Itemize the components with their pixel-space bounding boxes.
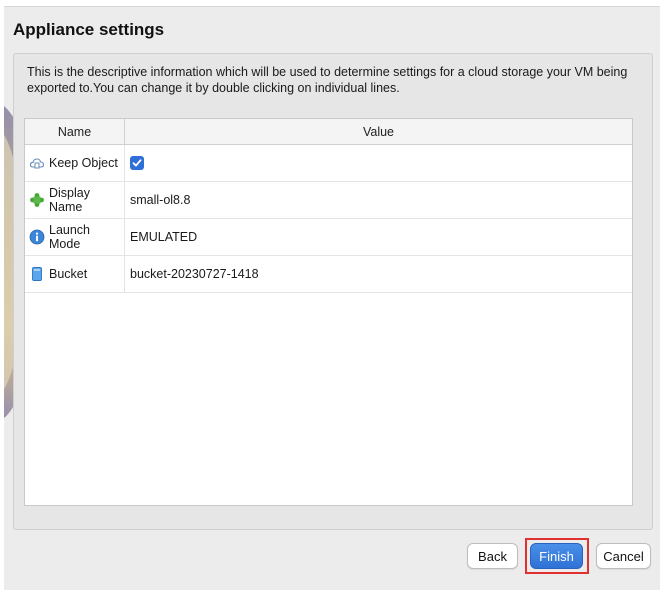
keep-object-checkbox[interactable]: [130, 156, 144, 170]
puzzle-icon: [29, 192, 45, 208]
info-icon: [29, 229, 45, 245]
table-row-launch-mode[interactable]: Launch Mode EMULATED: [25, 219, 632, 256]
cancel-button[interactable]: Cancel: [596, 543, 651, 569]
row-value-cell[interactable]: bucket-20230727-1418: [125, 256, 632, 292]
table-row-display-name[interactable]: Display Name small-ol8.8: [25, 182, 632, 219]
row-name-cell: Launch Mode: [25, 219, 125, 255]
row-label: Bucket: [49, 267, 88, 281]
table-header: Name Value: [25, 119, 632, 145]
row-name-cell: Display Name: [25, 182, 125, 218]
back-button[interactable]: Back: [467, 543, 518, 569]
cloud-object-icon: [29, 155, 45, 171]
table-row-bucket[interactable]: Bucket bucket-20230727-1418: [25, 256, 632, 293]
row-value-cell[interactable]: small-ol8.8: [125, 182, 632, 218]
page-title: Appliance settings: [13, 20, 165, 39]
settings-table: Name Value Keep Object Display Name smal…: [24, 118, 633, 506]
export-wizard-window: Appliance settings This is the descripti…: [4, 6, 660, 590]
column-header-value[interactable]: Value: [125, 119, 632, 144]
description-text: This is the descriptive information whic…: [27, 65, 628, 95]
column-header-name[interactable]: Name: [25, 119, 125, 144]
row-label: Display Name: [49, 186, 90, 214]
row-label: Launch Mode: [49, 223, 91, 251]
row-value-cell[interactable]: EMULATED: [125, 219, 632, 255]
row-name-cell: Bucket: [25, 256, 125, 292]
row-label: Keep Object: [49, 156, 118, 170]
row-name-cell: Keep Object: [25, 145, 125, 181]
finish-button[interactable]: Finish: [530, 543, 583, 569]
settings-panel: This is the descriptive information whic…: [13, 53, 653, 530]
row-value-cell[interactable]: [125, 145, 632, 181]
bucket-icon: [29, 266, 45, 282]
table-row-keep-object[interactable]: Keep Object: [25, 145, 632, 182]
